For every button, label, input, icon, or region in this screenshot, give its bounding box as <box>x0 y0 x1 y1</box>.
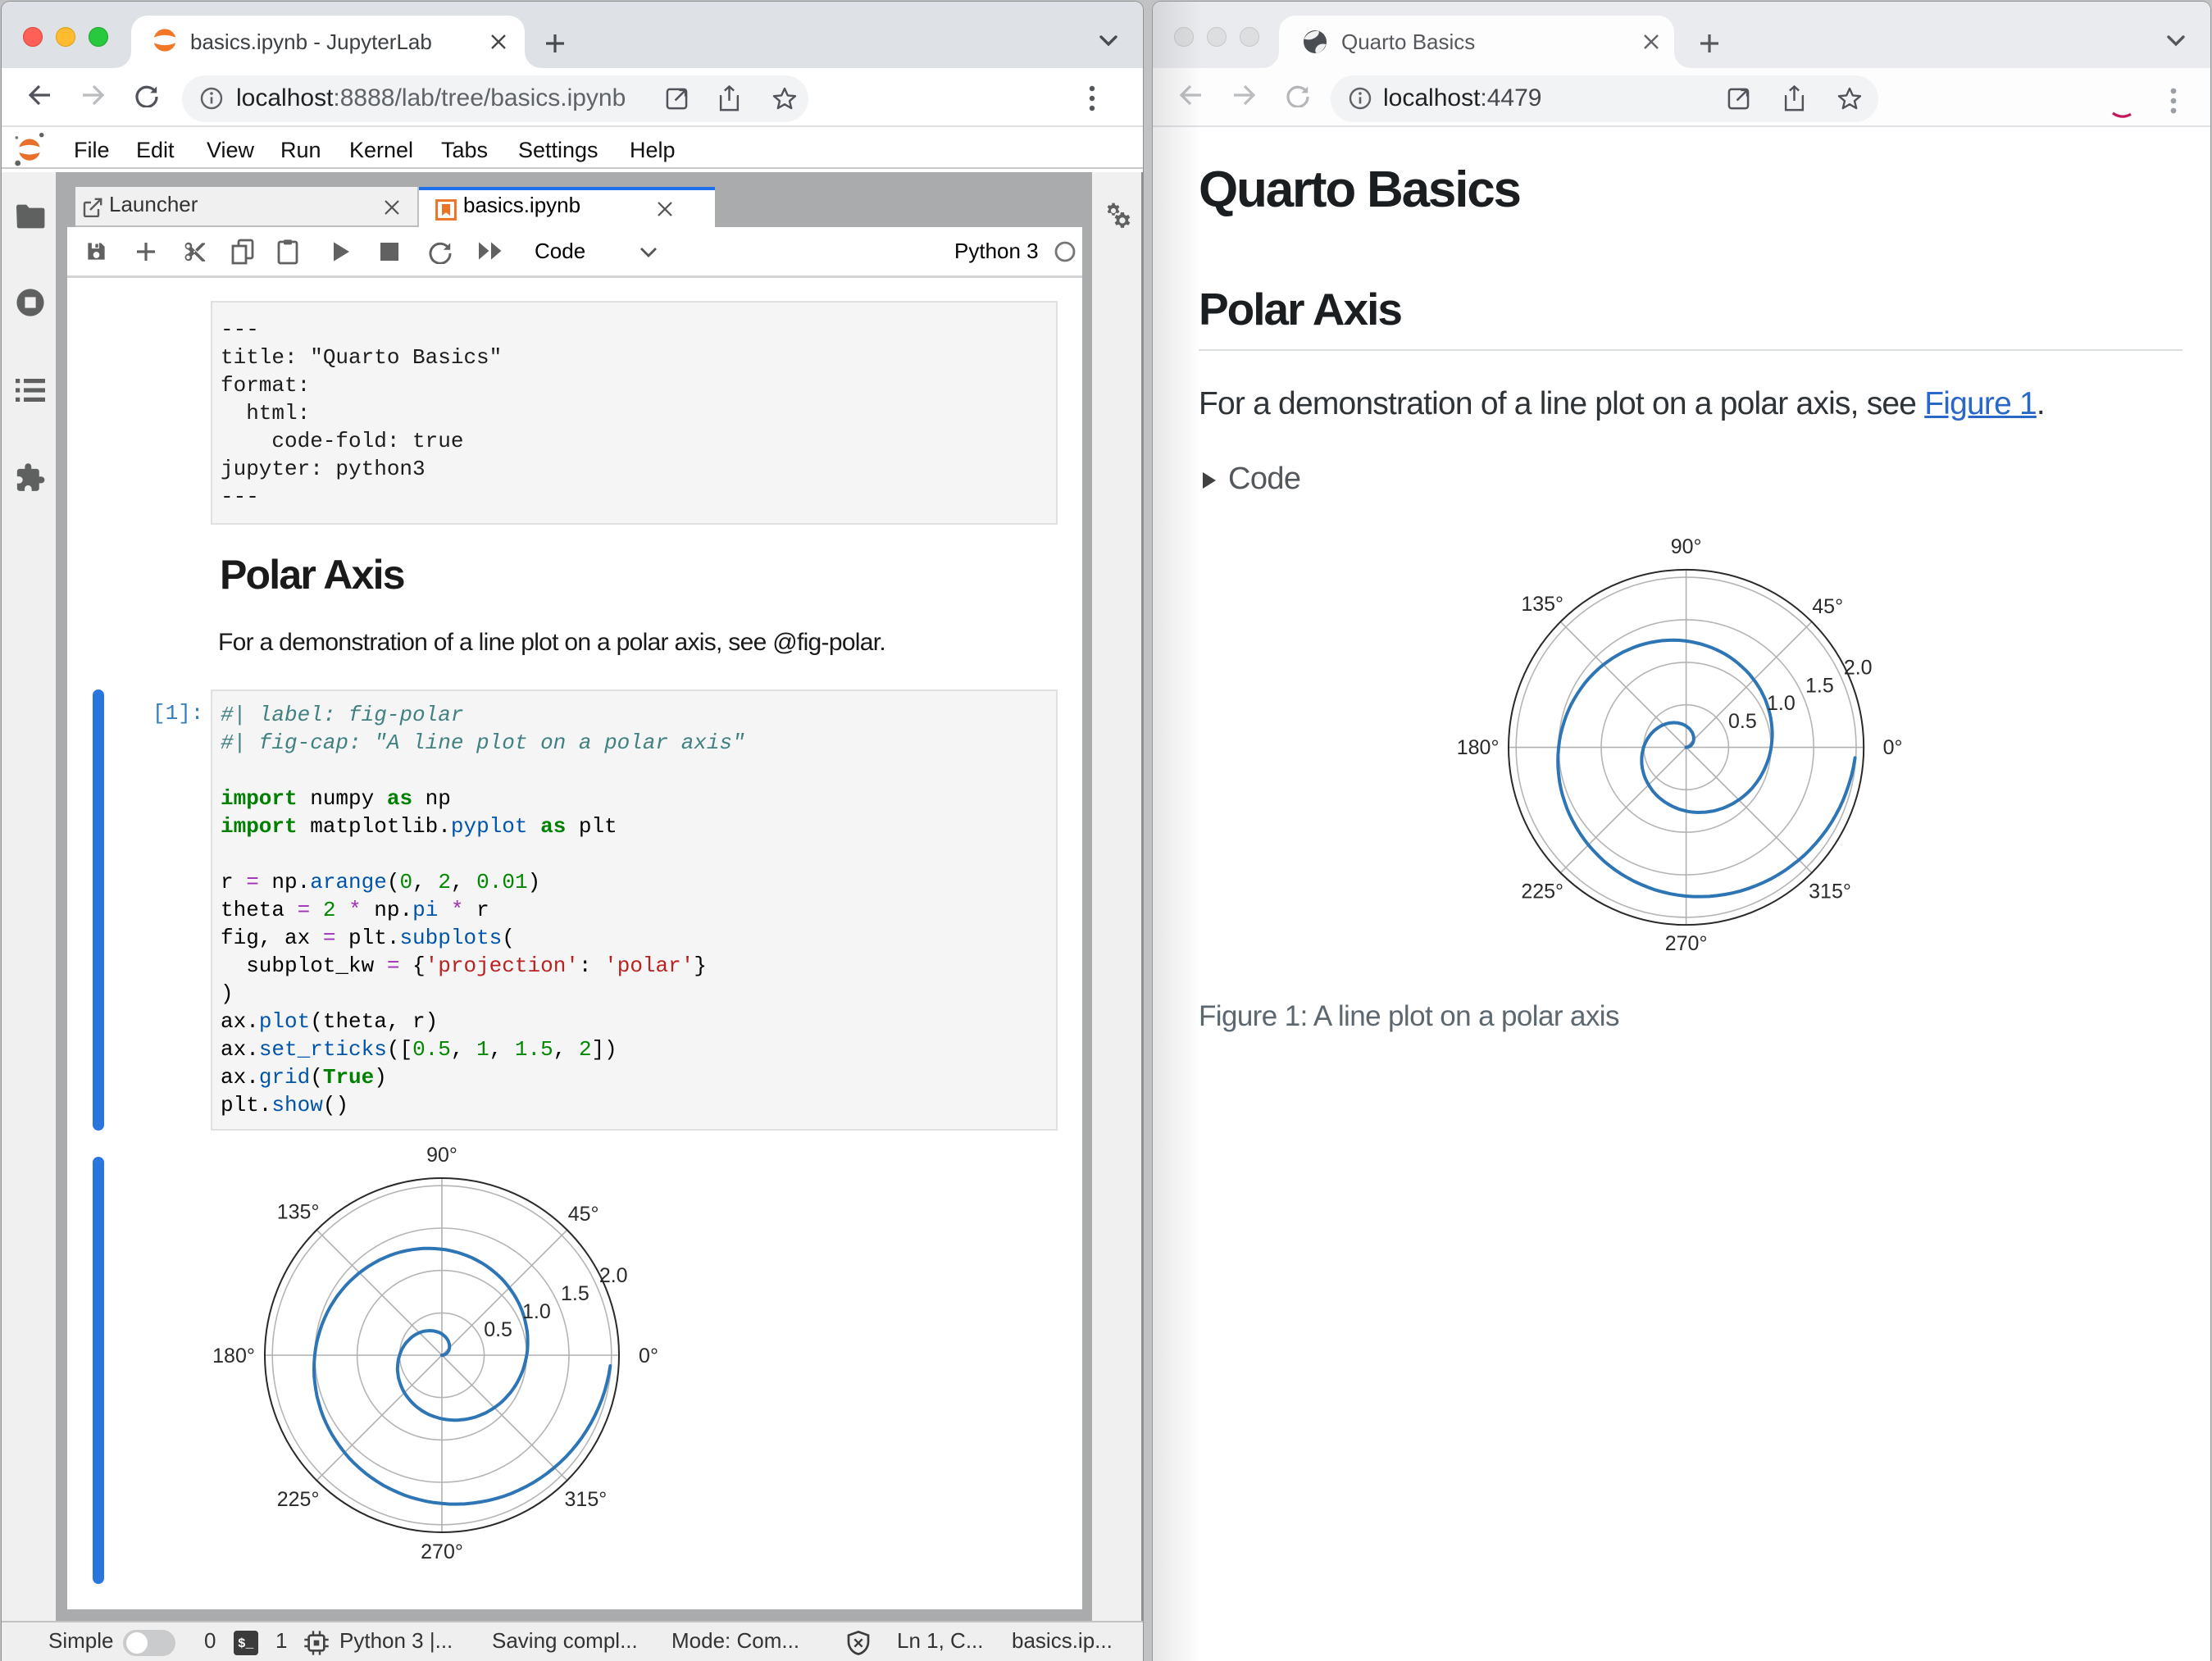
svg-text:0°: 0° <box>1883 736 1903 759</box>
svg-text:270°: 270° <box>421 1540 463 1563</box>
svg-text:0.5: 0.5 <box>1728 710 1757 733</box>
svg-text:1.5: 1.5 <box>1805 674 1834 697</box>
svg-text:45°: 45° <box>1812 595 1843 618</box>
svg-text:180°: 180° <box>1457 736 1500 759</box>
svg-text:90°: 90° <box>426 1143 457 1166</box>
svg-text:135°: 135° <box>277 1200 320 1223</box>
svg-text:0°: 0° <box>639 1344 658 1367</box>
svg-text:2.0: 2.0 <box>599 1264 628 1287</box>
svg-text:315°: 315° <box>565 1488 608 1511</box>
svg-text:90°: 90° <box>1671 535 1702 558</box>
svg-text:1.0: 1.0 <box>522 1300 551 1323</box>
svg-text:1.5: 1.5 <box>561 1282 589 1305</box>
svg-text:45°: 45° <box>568 1203 599 1226</box>
svg-text:180°: 180° <box>212 1344 255 1367</box>
svg-text:135°: 135° <box>1521 593 1563 616</box>
svg-text:0.5: 0.5 <box>484 1317 512 1340</box>
svg-text:2.0: 2.0 <box>1844 656 1873 679</box>
svg-text:225°: 225° <box>1521 881 1563 903</box>
svg-text:315°: 315° <box>1809 881 1851 903</box>
svg-text:1.0: 1.0 <box>1767 692 1796 715</box>
svg-text:270°: 270° <box>1665 932 1708 955</box>
svg-text:225°: 225° <box>277 1488 320 1511</box>
